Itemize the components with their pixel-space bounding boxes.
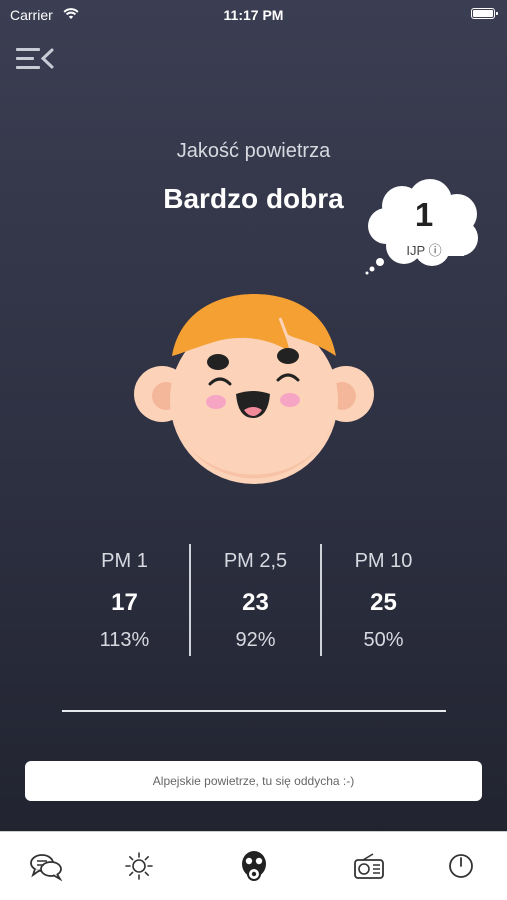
air-quality-label: Jakość powietrza	[176, 140, 331, 162]
battery-icon	[471, 8, 498, 19]
pm-percent: 50%	[363, 629, 404, 651]
radio-icon	[354, 853, 384, 879]
message-box: Alpejskie powietrze, tu się oddycha :-)	[25, 761, 482, 801]
tab-bar	[0, 831, 507, 900]
pm-table: PM 1 17 113% PM 2,5 23 92% PM 10 25 50%	[60, 544, 448, 656]
pm-name: PM 10	[354, 550, 413, 572]
pm-name: PM 1	[101, 550, 148, 572]
pm-value: 23	[242, 589, 269, 616]
power-icon	[449, 854, 473, 878]
pm10-column: PM 10 25 50%	[319, 544, 448, 656]
pm-percent: 113%	[99, 629, 150, 651]
index-value: 1	[414, 196, 434, 233]
tab-weather[interactable]	[119, 846, 159, 886]
clock: 11:17 PM	[223, 7, 284, 23]
tab-radio[interactable]	[349, 846, 389, 886]
index-label[interactable]: IJP ⓘ	[394, 240, 454, 259]
menu-collapse-icon	[16, 48, 54, 69]
tab-power[interactable]	[441, 846, 481, 886]
status-bar: Carrier 11:17 PM	[0, 0, 507, 30]
sun-icon	[125, 852, 153, 880]
menu-button[interactable]	[14, 44, 56, 76]
tab-chat[interactable]	[26, 846, 66, 886]
chat-icon	[30, 854, 63, 881]
pm25-column: PM 2,5 23 92%	[189, 544, 322, 656]
pm-value: 25	[370, 589, 397, 616]
pm-name: PM 2,5	[223, 550, 288, 572]
pm1-column: PM 1 17 113%	[60, 544, 189, 656]
divider	[62, 710, 446, 712]
gas-mask-icon	[242, 851, 266, 881]
happy-face-illustration	[134, 294, 374, 484]
pm-value: 17	[111, 589, 138, 616]
pm-percent: 92%	[235, 629, 276, 651]
tab-air-quality[interactable]	[234, 846, 274, 886]
